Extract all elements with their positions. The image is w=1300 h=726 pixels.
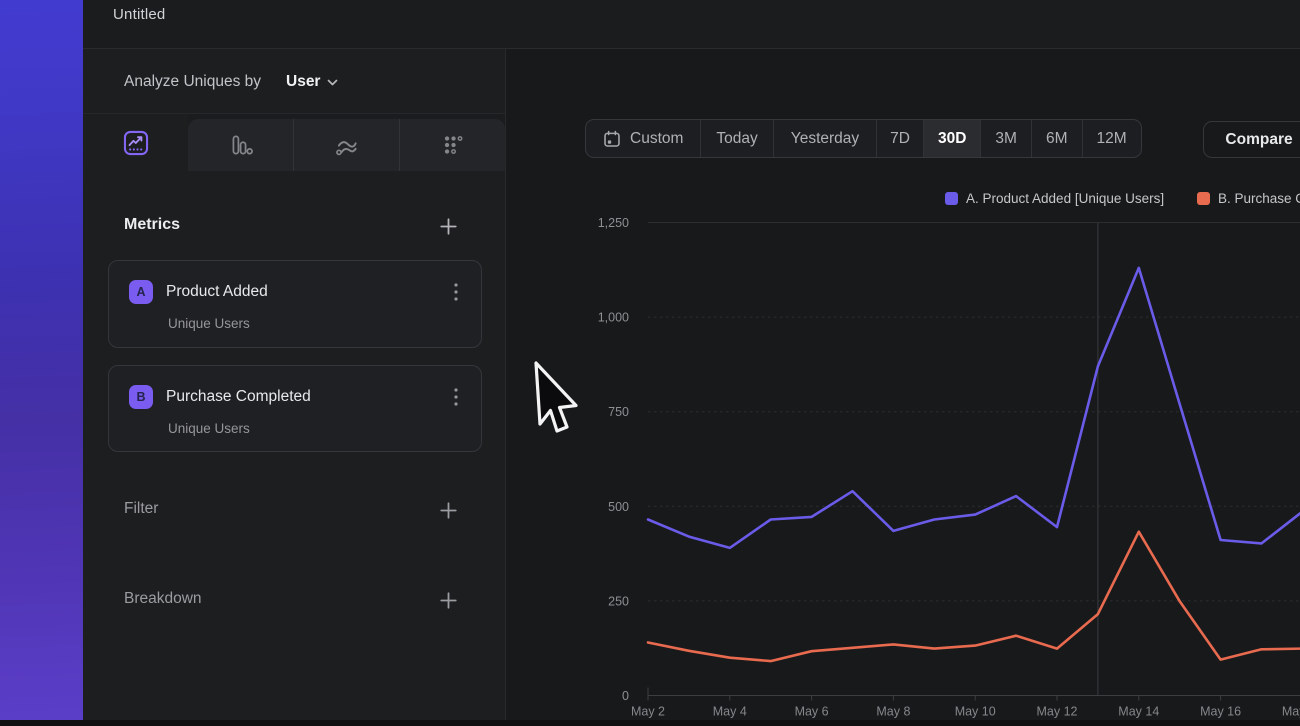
metric-subtitle: Unique Users [168, 421, 250, 436]
range-yesterday[interactable]: Yesterday [773, 120, 876, 157]
filter-title: Filter [124, 500, 158, 518]
analyze-entity-dropdown[interactable]: User [286, 69, 338, 95]
svg-text:May 4: May 4 [713, 705, 747, 719]
analyze-entity-value: User [286, 73, 320, 91]
metric-options-button[interactable] [445, 385, 467, 409]
range-30d[interactable]: 30D [923, 120, 980, 157]
kebab-icon [454, 388, 458, 406]
metric-card-b[interactable]: B Purchase Completed Unique Users [108, 365, 482, 452]
add-metric-button[interactable] [438, 216, 458, 236]
decorative-gradient-strip [0, 0, 83, 720]
metrics-section-header: Metrics [83, 213, 505, 243]
metric-options-button[interactable] [445, 280, 467, 304]
tab-line-chart[interactable] [83, 114, 188, 171]
plus-icon [440, 218, 457, 235]
svg-text:May 2: May 2 [631, 705, 665, 719]
metric-grid-icon [440, 132, 466, 158]
flow-chart-icon [334, 132, 360, 158]
svg-text:0: 0 [622, 689, 629, 703]
svg-text:1,000: 1,000 [598, 311, 629, 325]
range-today[interactable]: Today [700, 120, 772, 157]
breakdown-section-header: Breakdown [83, 587, 505, 617]
line-chart[interactable]: 0 250 500 750 1,000 1,250 May 2 May 4 May 6 May 8… [506, 211, 1300, 721]
metric-name: Product Added [166, 283, 268, 301]
compare-button[interactable]: Compare [1203, 121, 1300, 158]
svg-text:750: 750 [608, 405, 629, 419]
svg-text:250: 250 [608, 594, 629, 608]
analyze-row: Analyze Uniques by User [83, 49, 505, 114]
add-breakdown-button[interactable] [438, 590, 458, 610]
range-6m[interactable]: 6M [1031, 120, 1082, 157]
range-label: Today [716, 130, 757, 148]
chart-svg: 0 250 500 750 1,000 1,250 May 2 May 4 May 6 May 8… [506, 211, 1300, 721]
line-chart-icon [123, 130, 149, 156]
range-label: 7D [890, 130, 910, 148]
kebab-icon [454, 283, 458, 301]
bar-chart-icon [228, 132, 254, 158]
app-window: { "colors": { "accent_purple": "#7b5cf0"… [0, 0, 1300, 720]
plus-icon [440, 502, 457, 519]
filter-section-header: Filter [83, 497, 505, 527]
topbar: Untitled [83, 0, 1300, 49]
legend-item-b[interactable]: B. Purchase Completed [Unique Users] [1197, 191, 1300, 206]
chart-type-tabs [83, 114, 505, 171]
plus-icon [440, 592, 457, 609]
legend-swatch-b [1197, 192, 1210, 205]
range-label: Yesterday [791, 130, 859, 148]
tab-bar-chart[interactable] [188, 119, 293, 171]
svg-text:1,250: 1,250 [598, 216, 629, 230]
breakdown-title: Breakdown [124, 590, 202, 608]
svg-text:May 14: May 14 [1118, 705, 1159, 719]
svg-text:May 10: May 10 [955, 705, 996, 719]
svg-text:May 16: May 16 [1200, 705, 1241, 719]
calendar-icon [603, 130, 621, 148]
range-label: 3M [995, 130, 1017, 148]
range-12m[interactable]: 12M [1082, 120, 1141, 157]
metrics-title: Metrics [124, 216, 180, 234]
legend-item-a[interactable]: A. Product Added [Unique Users] [945, 191, 1164, 206]
legend-label: A. Product Added [Unique Users] [966, 191, 1164, 206]
chevron-down-icon [327, 79, 338, 86]
add-filter-button[interactable] [438, 500, 458, 520]
range-3m[interactable]: 3M [980, 120, 1031, 157]
svg-text:500: 500 [608, 500, 629, 514]
date-range-control: Custom Today Yesterday 7D 30D 3M 6M 12M [585, 119, 1142, 158]
svg-text:May 8: May 8 [876, 705, 910, 719]
svg-text:May 6: May 6 [795, 705, 829, 719]
svg-text:May 18: May 18 [1282, 705, 1300, 719]
range-label: 6M [1046, 130, 1068, 148]
tab-flow-chart[interactable] [293, 119, 399, 171]
legend-label: B. Purchase Completed [Unique Users] [1218, 191, 1300, 206]
main-content: Custom Today Yesterday 7D 30D 3M 6M 12M … [505, 49, 1300, 720]
metric-badge-a: A [129, 280, 153, 304]
legend-swatch-a [945, 192, 958, 205]
inactive-tab-group [188, 119, 505, 171]
report-title[interactable]: Untitled [113, 6, 165, 23]
range-7d[interactable]: 7D [876, 120, 923, 157]
analyze-label: Analyze Uniques by [124, 73, 261, 91]
range-label: 30D [938, 130, 966, 148]
metric-subtitle: Unique Users [168, 316, 250, 331]
svg-text:May 12: May 12 [1037, 705, 1078, 719]
range-label: Custom [630, 130, 683, 148]
metric-badge-b: B [129, 385, 153, 409]
range-custom[interactable]: Custom [586, 120, 700, 157]
range-label: 12M [1097, 130, 1127, 148]
metric-card-a[interactable]: A Product Added Unique Users [108, 260, 482, 348]
sidebar: Analyze Uniques by User [83, 49, 505, 720]
metric-name: Purchase Completed [166, 388, 311, 406]
tab-metric-grid[interactable] [399, 119, 505, 171]
